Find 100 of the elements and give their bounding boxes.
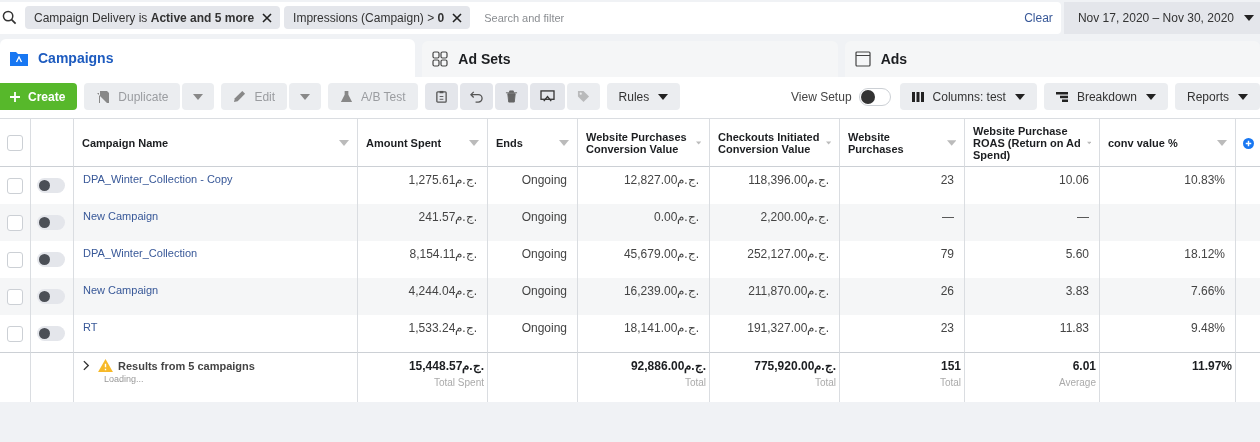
table-cell: Ongoing [521, 284, 567, 298]
flask-icon [340, 90, 354, 103]
table-cell: 5.60 [1065, 247, 1089, 261]
total-value: 11.97% [1191, 359, 1232, 373]
sort-caret-icon [946, 139, 956, 146]
view-setup-label: View Setup [791, 89, 852, 104]
campaign-toggle[interactable] [37, 252, 65, 267]
filter-chip[interactable]: Impressions (Campaign) > 0 [284, 6, 471, 29]
clear-link[interactable]: Clear [1024, 10, 1053, 25]
tag-icon [576, 90, 590, 103]
caret-icon [1238, 93, 1248, 100]
table-cell: Ongoing [521, 210, 567, 224]
row-checkbox[interactable] [7, 178, 23, 194]
table-cell: — [1077, 210, 1089, 224]
table-cell: Ongoing [521, 173, 567, 187]
caret-icon [300, 93, 311, 100]
table-cell: 10.06 [1058, 173, 1089, 187]
columns-dropdown[interactable]: Columns: test [899, 83, 1037, 110]
sort-caret-icon [1086, 139, 1091, 146]
table-cell: 1,533.24ج.م. [408, 321, 477, 335]
breakdown-icon [1055, 91, 1068, 102]
table-cell: 79 [940, 247, 954, 261]
table-cell: 18,141.00ج.م. [623, 321, 699, 335]
table-cell: 26 [940, 284, 954, 298]
chevron-icon[interactable] [83, 360, 90, 371]
total-value: 6.01 [1072, 359, 1096, 373]
folder-icon [10, 50, 28, 66]
view-setup-toggle[interactable] [858, 87, 891, 106]
table-cell: 12,827.00ج.م. [623, 173, 699, 187]
undo-button[interactable] [459, 83, 493, 110]
table-cell: Ongoing [521, 321, 567, 335]
table-cell: 0.00ج.م. [653, 210, 699, 224]
loading-text: Loading... [104, 374, 144, 384]
copy-icon [96, 89, 111, 104]
table-cell: 2,200.00ج.م. [760, 210, 829, 224]
table-cell: Ongoing [521, 247, 567, 261]
pencil-icon [233, 90, 247, 103]
campaign-link[interactable]: New Campaign [83, 284, 159, 296]
plus-icon [10, 91, 20, 102]
table-cell: 1,275.61ج.م. [408, 173, 477, 187]
table-cell: 3.83 [1065, 284, 1089, 298]
total-value: 15,448.57ج.م. [408, 359, 484, 373]
total-value: 775,920.00ج.م. [754, 359, 836, 373]
caret-icon [658, 93, 669, 100]
campaign-toggle[interactable] [37, 326, 65, 341]
table-cell: 18.12% [1184, 247, 1225, 261]
row-checkbox[interactable] [7, 252, 23, 268]
empty-cell [0, 352, 31, 402]
total-value: 92,886.00ج.م. [630, 359, 706, 373]
table-cell: 118,396.00ج.م. [748, 173, 829, 187]
undo-icon [469, 90, 483, 103]
add-column-icon[interactable] [1242, 138, 1254, 149]
columns-icon [911, 91, 924, 102]
column-header[interactable]: Campaign Name [74, 118, 358, 167]
tab[interactable]: Ads [844, 41, 1260, 77]
select-all-checkbox[interactable] [7, 134, 23, 151]
row-checkbox[interactable] [7, 215, 23, 231]
row-checkbox[interactable] [7, 326, 23, 342]
campaign-toggle[interactable] [37, 215, 65, 230]
review-button[interactable] [529, 83, 565, 110]
filter-chip[interactable]: Campaign Delivery is Active and 5 more [25, 6, 281, 29]
sort-caret-icon [339, 139, 349, 146]
search-field[interactable]: Campaign Delivery is Active and 5 more Impressions (Campaign) > 0 Search and filter Clear [0, 1, 1061, 34]
close-icon[interactable] [262, 12, 273, 23]
table-cell: 7.66% [1190, 284, 1225, 298]
window-icon [854, 51, 871, 67]
caret-icon [1244, 14, 1254, 21]
breakdown-dropdown[interactable]: Breakdown [1043, 83, 1168, 110]
tab[interactable]: Campaigns [0, 39, 416, 77]
campaign-link[interactable]: DPA_Winter_Collection [83, 247, 198, 259]
campaign-link[interactable]: DPA_Winter_Collection - Copy [83, 173, 233, 185]
reports-dropdown[interactable]: Reports [1174, 83, 1260, 110]
tab[interactable]: Ad Sets [422, 41, 838, 77]
rules-dropdown[interactable]: Rules [606, 83, 681, 110]
date-range-button[interactable]: Nov 17, 2020 – Nov 30, 2020 [1063, 1, 1260, 34]
dropdown-button[interactable] [182, 83, 215, 110]
table-cell: 191,327.00ج.م. [747, 321, 829, 335]
total-label: Average [1058, 377, 1096, 388]
clipboard-button[interactable] [424, 83, 458, 110]
campaign-link[interactable]: New Campaign [83, 210, 159, 222]
campaign-link[interactable]: RT [83, 321, 98, 333]
table-cell: 211,870.00ج.م. [748, 284, 829, 298]
summary-title: Results from 5 campaigns [118, 359, 255, 372]
table-cell: 10.83% [1184, 173, 1225, 187]
sort-caret-icon [695, 139, 701, 146]
caret-icon [1145, 93, 1156, 100]
total-label: Total [939, 377, 961, 388]
campaign-toggle[interactable] [37, 289, 65, 304]
warning-icon [98, 359, 113, 372]
dropdown-button[interactable] [289, 83, 322, 110]
close-icon[interactable] [452, 12, 463, 23]
row-checkbox[interactable] [7, 289, 23, 305]
trash-button[interactable] [494, 83, 528, 110]
campaign-toggle[interactable] [37, 178, 65, 193]
clipboard-icon [434, 90, 448, 103]
screen-arrows-icon [539, 90, 555, 103]
table-cell: 9.48% [1190, 321, 1225, 335]
grid-icon [432, 51, 449, 67]
sort-caret-icon [559, 139, 569, 146]
total-value: 151 [940, 359, 961, 373]
